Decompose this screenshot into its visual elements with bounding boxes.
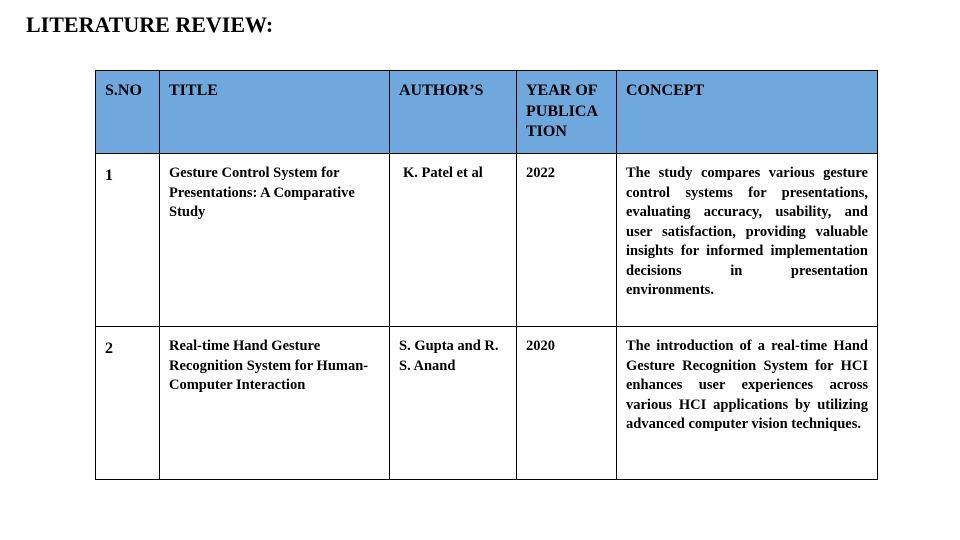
cell-title: Real-time Hand Gesture Recognition Syste… [159, 326, 390, 480]
cell-concept: The study compares various gesture contr… [616, 153, 878, 327]
cell-authors: S. Gupta and R. S. Anand [389, 326, 517, 480]
table-row: 2 Real-time Hand Gesture Recognition Sys… [95, 326, 878, 480]
table-row: 1 Gesture Control System for Presentatio… [95, 153, 878, 327]
column-header-title: TITLE [159, 70, 390, 154]
literature-review-table: S.NO TITLE AUTHOR’S YEAR OF PUBLICATION … [95, 70, 878, 480]
column-header-concept: CONCEPT [616, 70, 878, 154]
cell-title: Gesture Control System for Presentations… [159, 153, 390, 327]
cell-authors: K. Patel et al [389, 153, 517, 327]
cell-sno: 1 [95, 153, 160, 327]
cell-year: 2020 [516, 326, 617, 480]
cell-concept: The introduction of a real-time Hand Ges… [616, 326, 878, 480]
column-header-sno: S.NO [95, 70, 160, 154]
cell-year: 2022 [516, 153, 617, 327]
slide-title: LITERATURE REVIEW: [26, 12, 274, 37]
table-header-row: S.NO TITLE AUTHOR’S YEAR OF PUBLICATION … [95, 70, 878, 154]
column-header-authors: AUTHOR’S [389, 70, 517, 154]
column-header-year: YEAR OF PUBLICATION [516, 70, 617, 154]
cell-sno: 2 [95, 326, 160, 480]
